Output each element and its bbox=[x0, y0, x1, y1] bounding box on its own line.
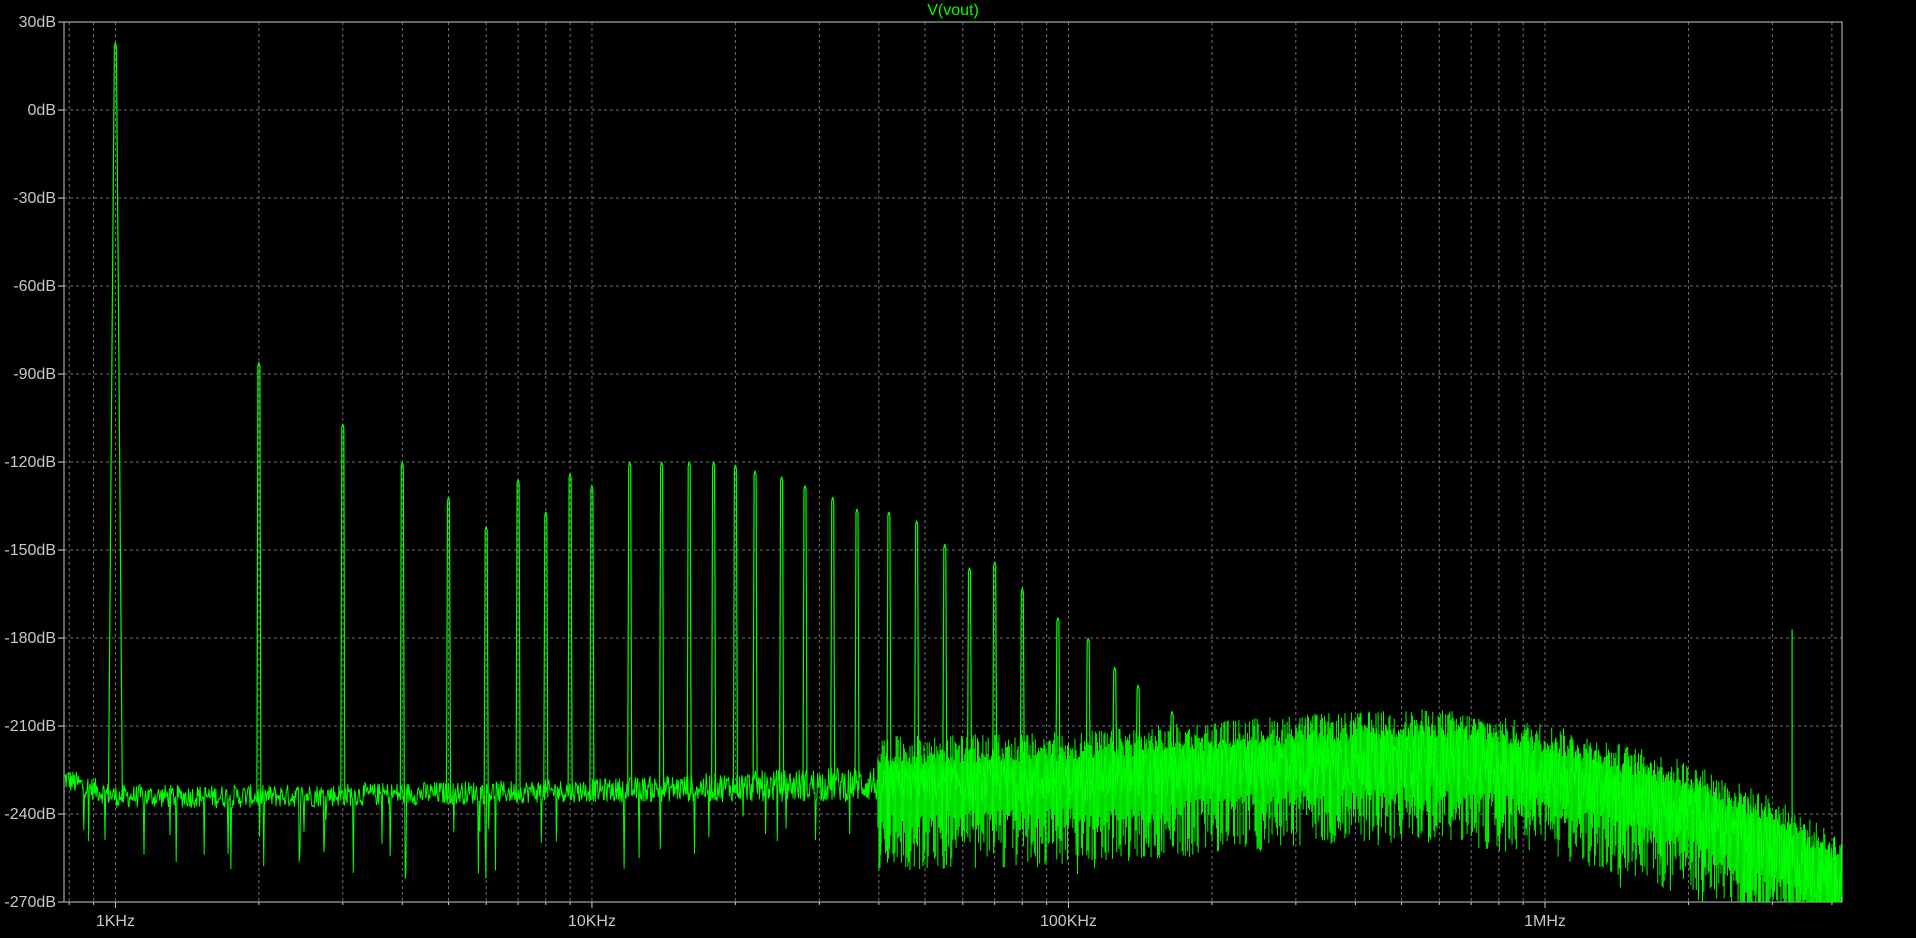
y-tick-label: -30dB bbox=[13, 190, 56, 207]
harmonic-spike bbox=[686, 461, 692, 794]
y-tick-label: -90dB bbox=[13, 366, 56, 383]
y-tick-label: -120dB bbox=[4, 454, 56, 471]
plot-title[interactable]: V(vout) bbox=[927, 2, 979, 19]
x-tick-label: 1KHz bbox=[96, 913, 135, 930]
harmonic-spike bbox=[752, 470, 758, 793]
y-tick-label: -210dB bbox=[4, 718, 56, 735]
harmonic-spike bbox=[483, 526, 489, 799]
spectrum-plot: V(vout) 30dB 0dB -30dB -60dB -90dB -120dB -150… bbox=[0, 0, 1916, 933]
plot-svg: V(vout) 30dB 0dB -30dB -60dB -90dB -120dB -150… bbox=[4, 2, 1843, 930]
harmonic-spike bbox=[942, 543, 948, 788]
harmonic-spike bbox=[711, 461, 717, 794]
harmonic-spike bbox=[659, 461, 665, 795]
y-tick-label: 30dB bbox=[19, 14, 56, 31]
x-tick-label: 100KHz bbox=[1040, 913, 1097, 930]
y-tick-label: -150dB bbox=[4, 542, 56, 559]
harmonic-spike bbox=[830, 497, 836, 791]
y-tick-label: -60dB bbox=[13, 278, 56, 295]
y-tick-label: -180dB bbox=[4, 630, 56, 647]
harmonic-spike bbox=[779, 476, 785, 792]
x-tick-label: 1MHz bbox=[1524, 913, 1566, 930]
y-axis: 30dB 0dB -30dB -60dB -90dB -120dB -150dB -180dB… bbox=[4, 14, 64, 911]
y-tick-label: -240dB bbox=[4, 806, 56, 823]
trace-layer bbox=[63, 42, 1843, 903]
harmonic-spike bbox=[854, 508, 860, 790]
y-tick-label: -270dB bbox=[4, 894, 56, 911]
y-tick-label: 0dB bbox=[28, 102, 56, 119]
x-tick-label: 10KHz bbox=[568, 913, 616, 930]
harmonic-spike bbox=[627, 461, 633, 796]
x-axis: 1KHz 10KHz 100KHz 1MHz bbox=[68, 902, 1833, 930]
